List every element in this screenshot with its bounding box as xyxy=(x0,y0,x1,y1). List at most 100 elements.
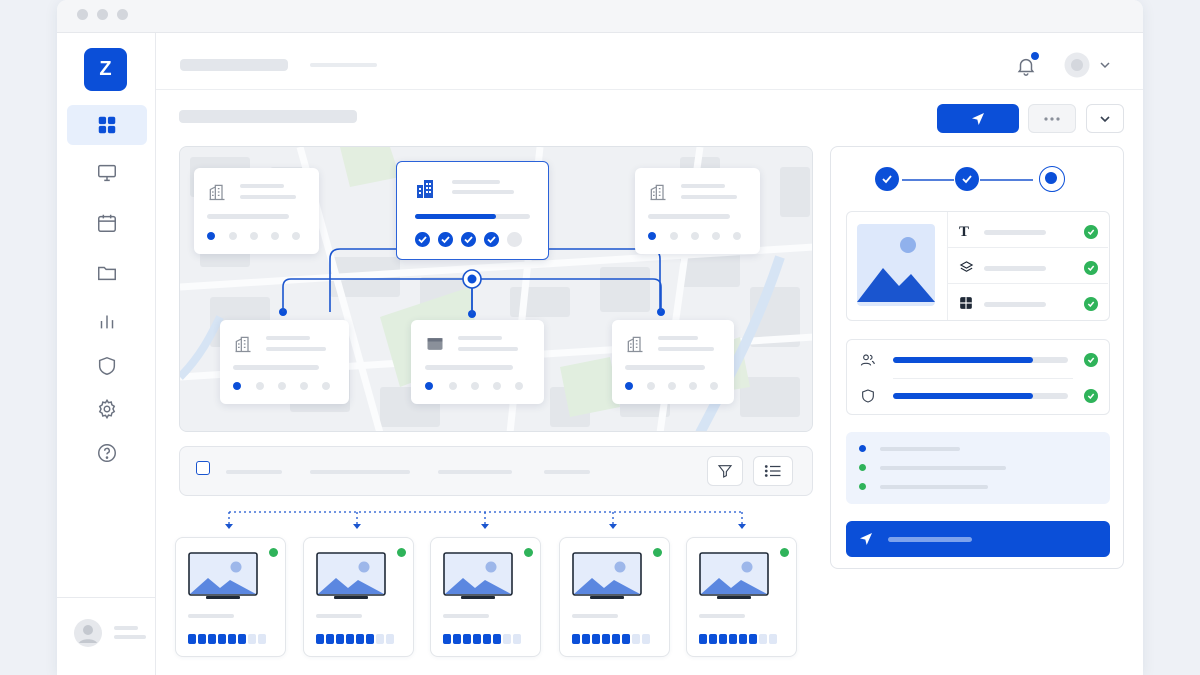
monitor-icon xyxy=(699,552,769,599)
map-node-selected[interactable] xyxy=(396,161,549,260)
map-node[interactable] xyxy=(411,320,544,404)
step-complete[interactable] xyxy=(875,167,899,191)
device-card[interactable] xyxy=(303,537,414,657)
status-online-dot xyxy=(524,548,533,557)
level-segment xyxy=(769,634,777,644)
success-check xyxy=(1084,261,1098,275)
map-node[interactable] xyxy=(194,168,319,254)
grid-icon xyxy=(98,116,116,134)
status-online-dot xyxy=(653,548,662,557)
legend-box xyxy=(846,432,1110,504)
device-card[interactable] xyxy=(559,537,670,657)
title-bar xyxy=(57,0,1143,33)
sidebar-item-dashboard[interactable] xyxy=(67,105,147,145)
level-segment xyxy=(503,634,511,644)
avatar[interactable] xyxy=(1064,52,1090,78)
shield-icon xyxy=(862,389,874,403)
level-segment xyxy=(228,634,236,644)
details-panel: T xyxy=(830,146,1124,569)
sidebar-user[interactable] xyxy=(57,597,156,675)
asset-row[interactable]: T xyxy=(948,214,1108,248)
column-header[interactable] xyxy=(438,470,512,474)
check-icon xyxy=(882,175,892,184)
sidebar-item-analytics[interactable] xyxy=(67,301,147,341)
filter-button[interactable] xyxy=(707,456,743,486)
pending-dot xyxy=(507,232,522,247)
layout-icon xyxy=(959,296,973,315)
level-segment xyxy=(582,634,590,644)
access-summary xyxy=(846,339,1110,415)
dropdown-button[interactable] xyxy=(1086,104,1124,133)
list-toolbar xyxy=(179,446,813,496)
monitor-icon xyxy=(572,552,642,599)
device-connector xyxy=(225,511,746,529)
sidebar-item-calendar[interactable] xyxy=(67,203,147,243)
chevron-down-icon[interactable] xyxy=(1099,59,1111,71)
success-check xyxy=(1084,297,1098,311)
column-header[interactable] xyxy=(544,470,590,474)
image-thumbnail[interactable] xyxy=(857,224,935,306)
level-segment xyxy=(326,634,334,644)
users-icon xyxy=(860,354,875,366)
building-icon xyxy=(235,336,251,353)
level-segment xyxy=(443,634,451,644)
site-map[interactable] xyxy=(179,146,813,432)
send-icon xyxy=(972,112,984,125)
level-segment xyxy=(719,634,727,644)
send-icon xyxy=(860,533,872,545)
check-icon xyxy=(415,232,430,247)
level-segment xyxy=(612,634,620,644)
gear-icon xyxy=(98,398,116,420)
sidebar-item-settings[interactable] xyxy=(67,389,147,429)
list-view-button[interactable] xyxy=(753,456,793,486)
level-segment xyxy=(248,634,256,644)
level-segment xyxy=(729,634,737,644)
level-segment xyxy=(366,634,374,644)
level-segment xyxy=(453,634,461,644)
sidebar-item-security[interactable] xyxy=(67,346,147,386)
avatar xyxy=(74,619,102,647)
more-button[interactable] xyxy=(1028,104,1076,133)
select-all-checkbox[interactable] xyxy=(196,461,210,475)
level-segment xyxy=(386,634,394,644)
page-title xyxy=(179,110,357,123)
device-card[interactable] xyxy=(686,537,797,657)
help-icon xyxy=(98,444,116,462)
device-card[interactable] xyxy=(175,537,286,657)
level-segment xyxy=(632,634,640,644)
building-icon xyxy=(627,336,643,353)
level-segment xyxy=(376,634,384,644)
app-logo[interactable]: Z xyxy=(84,48,127,91)
submit-button[interactable] xyxy=(846,521,1110,557)
window-dot[interactable] xyxy=(117,9,128,20)
send-button[interactable] xyxy=(937,104,1019,133)
asset-row[interactable] xyxy=(948,286,1108,320)
text-icon: T xyxy=(959,224,970,240)
window-dot[interactable] xyxy=(97,9,108,20)
progress-fill xyxy=(893,357,1033,363)
legend-dot xyxy=(859,445,866,452)
calendar-icon xyxy=(98,214,116,232)
map-node[interactable] xyxy=(612,320,734,404)
column-header[interactable] xyxy=(310,470,410,474)
breadcrumb xyxy=(180,59,288,71)
sidebar-item-help[interactable] xyxy=(67,433,147,473)
level-segment xyxy=(749,634,757,644)
step-complete[interactable] xyxy=(955,167,979,191)
column-header[interactable] xyxy=(226,470,282,474)
window-dot[interactable] xyxy=(77,9,88,20)
asset-row[interactable] xyxy=(948,250,1108,284)
step-current[interactable] xyxy=(1039,166,1065,192)
user-role-placeholder xyxy=(114,635,146,639)
level-segment xyxy=(218,634,226,644)
legend-dot xyxy=(859,464,866,471)
level-segment xyxy=(336,634,344,644)
sidebar-item-monitor[interactable] xyxy=(67,153,147,193)
bar-chart-icon xyxy=(100,315,114,329)
level-segment xyxy=(622,634,630,644)
map-node[interactable] xyxy=(220,320,349,404)
sidebar-item-files[interactable] xyxy=(67,253,147,293)
map-node[interactable] xyxy=(635,168,760,254)
level-segment xyxy=(188,634,196,644)
device-card[interactable] xyxy=(430,537,541,657)
